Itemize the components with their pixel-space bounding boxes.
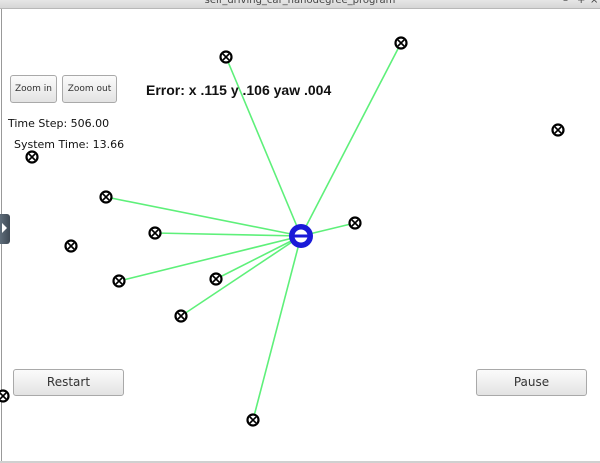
zoom-in-button[interactable]: Zoom in (10, 75, 57, 103)
landmark-marker-icon (0, 389, 10, 403)
landmark-marker-icon (112, 274, 126, 288)
landmark-marker-icon (394, 36, 408, 50)
landmark-marker-icon (64, 239, 78, 253)
zoom-out-button[interactable]: Zoom out (62, 75, 117, 103)
error-readout: Error: x .115 y .106 yaw .004 (146, 82, 332, 98)
landmark-marker-icon (25, 150, 39, 164)
observation-ray (154, 232, 302, 237)
landmark-marker-icon (348, 216, 362, 230)
vehicle (289, 224, 313, 248)
landmark-marker-icon (148, 226, 162, 240)
panel-toggle-icon[interactable] (0, 214, 10, 244)
observation-ray (105, 196, 302, 237)
restart-button[interactable]: Restart (13, 369, 124, 396)
system-time-readout: System Time: 13.66 (14, 138, 125, 151)
landmark-marker-icon (219, 50, 233, 64)
landmark-marker-icon (174, 309, 188, 323)
observation-ray (215, 235, 302, 280)
pause-button[interactable]: Pause (476, 369, 587, 396)
landmark-marker-icon (551, 123, 565, 137)
observation-ray (300, 42, 402, 237)
landmark-marker-icon (246, 413, 260, 427)
landmark-marker-icon (99, 190, 113, 204)
observation-ray (118, 235, 302, 282)
landmark-marker-icon (209, 272, 223, 286)
time-step-readout: Time Step: 506.00 (8, 117, 110, 130)
